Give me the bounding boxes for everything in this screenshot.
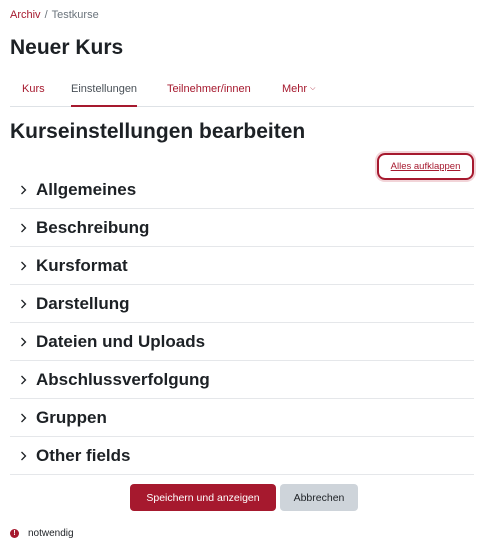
- section-label: Abschlussverfolgung: [36, 369, 210, 389]
- tab-teilnehmer[interactable]: Teilnehmer/innen: [167, 83, 251, 105]
- section-allgemeines[interactable]: Allgemeines: [10, 171, 474, 209]
- section-beschreibung[interactable]: Beschreibung: [10, 209, 474, 247]
- chevron-right-icon: [10, 337, 36, 347]
- section-label: Darstellung: [36, 293, 130, 313]
- section-dateien-und-uploads[interactable]: Dateien und Uploads: [10, 323, 474, 361]
- tab-mehr-label: Mehr: [282, 83, 308, 95]
- cancel-button[interactable]: Abbrechen: [280, 484, 358, 511]
- section-gruppen[interactable]: Gruppen: [10, 399, 474, 437]
- chevron-right-icon: [10, 223, 36, 233]
- section-other-fields[interactable]: Other fields: [10, 437, 474, 475]
- save-and-display-button[interactable]: Speichern und anzeigen: [130, 484, 276, 511]
- breadcrumb-separator: /: [44, 9, 48, 21]
- exclamation-circle-icon: !: [10, 529, 19, 538]
- section-label: Beschreibung: [36, 217, 150, 237]
- breadcrumb-current: Testkurse: [51, 9, 99, 21]
- section-label: Allgemeines: [36, 179, 137, 199]
- chevron-right-icon: [10, 299, 36, 309]
- chevron-right-icon: [10, 261, 36, 271]
- tab-mehr[interactable]: Mehr ⌵: [282, 83, 315, 105]
- section-kursformat[interactable]: Kursformat: [10, 247, 474, 285]
- collapsible-sections: Allgemeines Beschreibung Kursformat Dars…: [10, 171, 474, 475]
- chevron-right-icon: [10, 375, 36, 385]
- chevron-down-icon: ⌵: [310, 85, 316, 92]
- chevron-right-icon: [10, 413, 36, 423]
- section-label: Kursformat: [36, 255, 128, 275]
- section-abschlussverfolgung[interactable]: Abschlussverfolgung: [10, 361, 474, 399]
- chevron-right-icon: [10, 451, 36, 461]
- breadcrumb: Archiv / Testkurse: [10, 9, 99, 21]
- tab-einstellungen[interactable]: Einstellungen: [71, 83, 138, 107]
- required-note-label: notwendig: [28, 528, 74, 539]
- section-darstellung[interactable]: Darstellung: [10, 285, 474, 323]
- secondary-navigation: Kurs Einstellungen Teilnehmer/innen Mehr…: [10, 76, 474, 107]
- section-label: Dateien und Uploads: [36, 331, 206, 351]
- tab-kurs[interactable]: Kurs: [22, 83, 45, 105]
- section-label: Other fields: [36, 445, 131, 465]
- page-title: Neuer Kurs: [10, 36, 124, 59]
- chevron-right-icon: [10, 185, 36, 195]
- section-label: Gruppen: [36, 407, 107, 427]
- form-heading: Kurseinstellungen bearbeiten: [10, 120, 306, 143]
- required-fields-note: ! notwendig: [10, 528, 74, 539]
- breadcrumb-link-archiv[interactable]: Archiv: [10, 9, 41, 21]
